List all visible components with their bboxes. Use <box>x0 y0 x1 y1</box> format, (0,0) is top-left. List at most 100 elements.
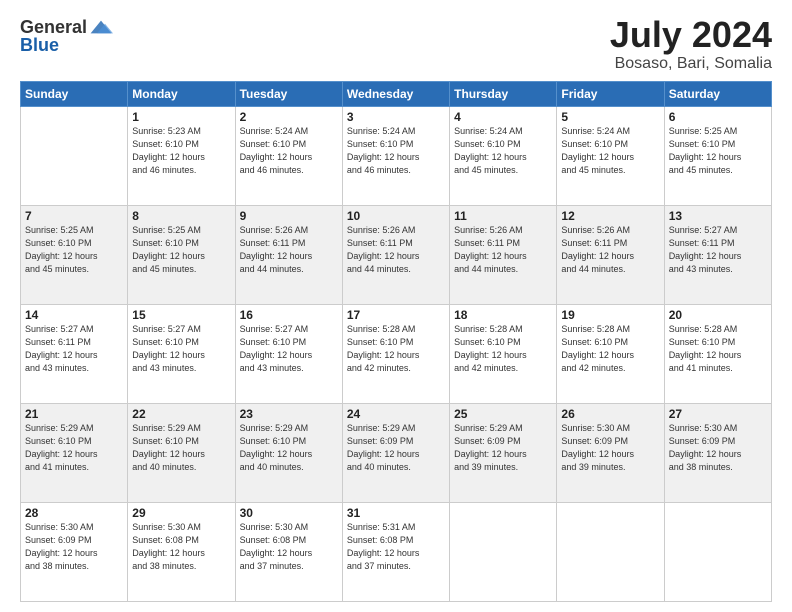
day-info: Sunrise: 5:24 AM Sunset: 6:10 PM Dayligh… <box>347 125 445 177</box>
day-info: Sunrise: 5:29 AM Sunset: 6:09 PM Dayligh… <box>454 422 552 474</box>
page: General Blue July 2024 Bosaso, Bari, Som… <box>0 0 792 612</box>
table-row: 13Sunrise: 5:27 AM Sunset: 6:11 PM Dayli… <box>664 205 771 304</box>
table-row <box>450 502 557 601</box>
calendar-week-row: 28Sunrise: 5:30 AM Sunset: 6:09 PM Dayli… <box>21 502 772 601</box>
day-number: 27 <box>669 407 767 421</box>
day-number: 10 <box>347 209 445 223</box>
header-sunday: Sunday <box>21 81 128 106</box>
day-info: Sunrise: 5:25 AM Sunset: 6:10 PM Dayligh… <box>669 125 767 177</box>
table-row: 25Sunrise: 5:29 AM Sunset: 6:09 PM Dayli… <box>450 403 557 502</box>
title-block: July 2024 Bosaso, Bari, Somalia <box>610 15 772 73</box>
day-info: Sunrise: 5:23 AM Sunset: 6:10 PM Dayligh… <box>132 125 230 177</box>
day-number: 23 <box>240 407 338 421</box>
table-row: 10Sunrise: 5:26 AM Sunset: 6:11 PM Dayli… <box>342 205 449 304</box>
day-info: Sunrise: 5:24 AM Sunset: 6:10 PM Dayligh… <box>454 125 552 177</box>
day-number: 18 <box>454 308 552 322</box>
day-number: 25 <box>454 407 552 421</box>
logo: General Blue <box>20 15 113 56</box>
day-info: Sunrise: 5:27 AM Sunset: 6:11 PM Dayligh… <box>669 224 767 276</box>
table-row: 21Sunrise: 5:29 AM Sunset: 6:10 PM Dayli… <box>21 403 128 502</box>
day-info: Sunrise: 5:27 AM Sunset: 6:10 PM Dayligh… <box>240 323 338 375</box>
table-row: 30Sunrise: 5:30 AM Sunset: 6:08 PM Dayli… <box>235 502 342 601</box>
table-row: 15Sunrise: 5:27 AM Sunset: 6:10 PM Dayli… <box>128 304 235 403</box>
day-number: 15 <box>132 308 230 322</box>
day-info: Sunrise: 5:27 AM Sunset: 6:11 PM Dayligh… <box>25 323 123 375</box>
header-saturday: Saturday <box>664 81 771 106</box>
table-row: 3Sunrise: 5:24 AM Sunset: 6:10 PM Daylig… <box>342 106 449 205</box>
day-info: Sunrise: 5:30 AM Sunset: 6:08 PM Dayligh… <box>132 521 230 573</box>
day-info: Sunrise: 5:25 AM Sunset: 6:10 PM Dayligh… <box>25 224 123 276</box>
header-monday: Monday <box>128 81 235 106</box>
day-number: 7 <box>25 209 123 223</box>
table-row: 17Sunrise: 5:28 AM Sunset: 6:10 PM Dayli… <box>342 304 449 403</box>
day-number: 6 <box>669 110 767 124</box>
day-number: 8 <box>132 209 230 223</box>
day-info: Sunrise: 5:28 AM Sunset: 6:10 PM Dayligh… <box>454 323 552 375</box>
day-number: 29 <box>132 506 230 520</box>
table-row <box>21 106 128 205</box>
table-row: 31Sunrise: 5:31 AM Sunset: 6:08 PM Dayli… <box>342 502 449 601</box>
day-number: 13 <box>669 209 767 223</box>
table-row: 9Sunrise: 5:26 AM Sunset: 6:11 PM Daylig… <box>235 205 342 304</box>
day-number: 17 <box>347 308 445 322</box>
table-row: 29Sunrise: 5:30 AM Sunset: 6:08 PM Dayli… <box>128 502 235 601</box>
table-row: 4Sunrise: 5:24 AM Sunset: 6:10 PM Daylig… <box>450 106 557 205</box>
day-number: 28 <box>25 506 123 520</box>
day-info: Sunrise: 5:30 AM Sunset: 6:09 PM Dayligh… <box>561 422 659 474</box>
day-number: 22 <box>132 407 230 421</box>
day-info: Sunrise: 5:31 AM Sunset: 6:08 PM Dayligh… <box>347 521 445 573</box>
day-number: 30 <box>240 506 338 520</box>
day-info: Sunrise: 5:28 AM Sunset: 6:10 PM Dayligh… <box>669 323 767 375</box>
table-row: 19Sunrise: 5:28 AM Sunset: 6:10 PM Dayli… <box>557 304 664 403</box>
table-row: 11Sunrise: 5:26 AM Sunset: 6:11 PM Dayli… <box>450 205 557 304</box>
day-info: Sunrise: 5:30 AM Sunset: 6:09 PM Dayligh… <box>25 521 123 573</box>
day-number: 5 <box>561 110 659 124</box>
day-number: 24 <box>347 407 445 421</box>
logo-icon <box>89 15 113 39</box>
day-info: Sunrise: 5:27 AM Sunset: 6:10 PM Dayligh… <box>132 323 230 375</box>
location-title: Bosaso, Bari, Somalia <box>610 55 772 73</box>
day-info: Sunrise: 5:26 AM Sunset: 6:11 PM Dayligh… <box>561 224 659 276</box>
day-info: Sunrise: 5:29 AM Sunset: 6:10 PM Dayligh… <box>132 422 230 474</box>
day-info: Sunrise: 5:24 AM Sunset: 6:10 PM Dayligh… <box>240 125 338 177</box>
table-row: 20Sunrise: 5:28 AM Sunset: 6:10 PM Dayli… <box>664 304 771 403</box>
table-row: 5Sunrise: 5:24 AM Sunset: 6:10 PM Daylig… <box>557 106 664 205</box>
header: General Blue July 2024 Bosaso, Bari, Som… <box>20 15 772 73</box>
table-row: 27Sunrise: 5:30 AM Sunset: 6:09 PM Dayli… <box>664 403 771 502</box>
day-info: Sunrise: 5:26 AM Sunset: 6:11 PM Dayligh… <box>240 224 338 276</box>
weekday-header-row: Sunday Monday Tuesday Wednesday Thursday… <box>21 81 772 106</box>
calendar-week-row: 1Sunrise: 5:23 AM Sunset: 6:10 PM Daylig… <box>21 106 772 205</box>
day-number: 31 <box>347 506 445 520</box>
day-info: Sunrise: 5:29 AM Sunset: 6:09 PM Dayligh… <box>347 422 445 474</box>
day-number: 11 <box>454 209 552 223</box>
day-number: 9 <box>240 209 338 223</box>
header-wednesday: Wednesday <box>342 81 449 106</box>
table-row: 1Sunrise: 5:23 AM Sunset: 6:10 PM Daylig… <box>128 106 235 205</box>
day-number: 19 <box>561 308 659 322</box>
day-number: 4 <box>454 110 552 124</box>
table-row: 28Sunrise: 5:30 AM Sunset: 6:09 PM Dayli… <box>21 502 128 601</box>
table-row: 14Sunrise: 5:27 AM Sunset: 6:11 PM Dayli… <box>21 304 128 403</box>
table-row: 6Sunrise: 5:25 AM Sunset: 6:10 PM Daylig… <box>664 106 771 205</box>
day-info: Sunrise: 5:30 AM Sunset: 6:08 PM Dayligh… <box>240 521 338 573</box>
header-thursday: Thursday <box>450 81 557 106</box>
table-row: 8Sunrise: 5:25 AM Sunset: 6:10 PM Daylig… <box>128 205 235 304</box>
day-number: 21 <box>25 407 123 421</box>
day-info: Sunrise: 5:30 AM Sunset: 6:09 PM Dayligh… <box>669 422 767 474</box>
day-info: Sunrise: 5:26 AM Sunset: 6:11 PM Dayligh… <box>454 224 552 276</box>
table-row: 2Sunrise: 5:24 AM Sunset: 6:10 PM Daylig… <box>235 106 342 205</box>
calendar-week-row: 14Sunrise: 5:27 AM Sunset: 6:11 PM Dayli… <box>21 304 772 403</box>
calendar-table: Sunday Monday Tuesday Wednesday Thursday… <box>20 81 772 602</box>
logo-blue: Blue <box>20 35 59 56</box>
table-row: 24Sunrise: 5:29 AM Sunset: 6:09 PM Dayli… <box>342 403 449 502</box>
day-number: 12 <box>561 209 659 223</box>
table-row: 12Sunrise: 5:26 AM Sunset: 6:11 PM Dayli… <box>557 205 664 304</box>
table-row: 26Sunrise: 5:30 AM Sunset: 6:09 PM Dayli… <box>557 403 664 502</box>
table-row: 7Sunrise: 5:25 AM Sunset: 6:10 PM Daylig… <box>21 205 128 304</box>
calendar-week-row: 7Sunrise: 5:25 AM Sunset: 6:10 PM Daylig… <box>21 205 772 304</box>
table-row: 23Sunrise: 5:29 AM Sunset: 6:10 PM Dayli… <box>235 403 342 502</box>
table-row: 22Sunrise: 5:29 AM Sunset: 6:10 PM Dayli… <box>128 403 235 502</box>
calendar-week-row: 21 Sunrise: 5:29 AM Sunset: 6:10 PM Dayli… <box>21 403 772 502</box>
day-number: 16 <box>240 308 338 322</box>
day-info: Sunrise: 5:28 AM Sunset: 6:10 PM Dayligh… <box>561 323 659 375</box>
